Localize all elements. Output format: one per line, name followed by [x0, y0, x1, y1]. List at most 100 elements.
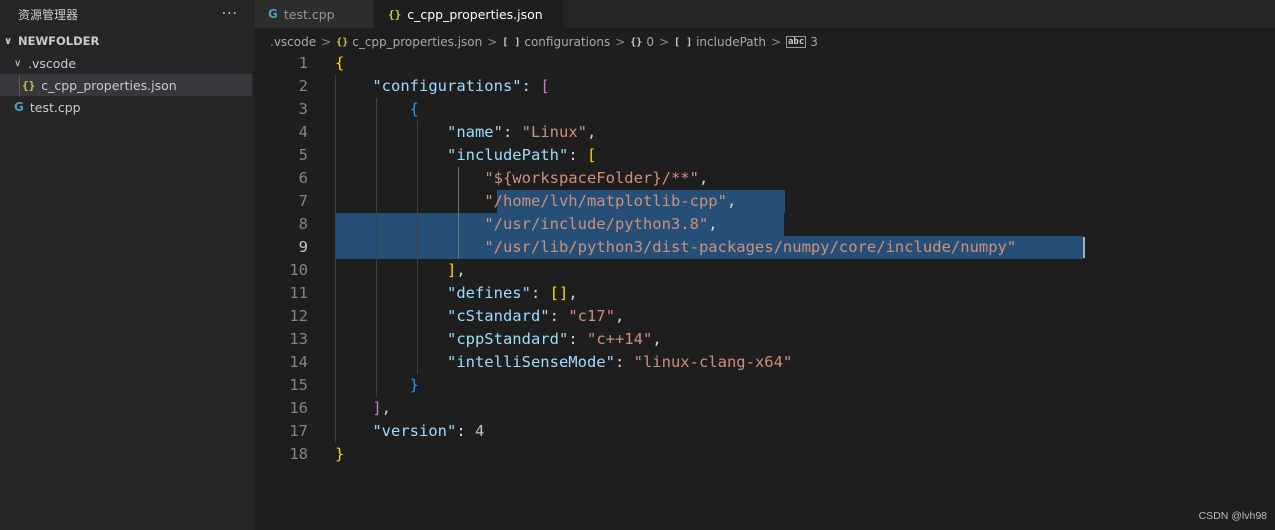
line-number: 1	[298, 54, 308, 72]
file-test-cpp[interactable]: G test.cpp	[0, 96, 252, 118]
explorer-sidebar: 资源管理器 ··· ∨ NEWFOLDER ∨ .vscode {} c_cpp…	[0, 0, 253, 530]
punct: :	[530, 284, 550, 302]
string-icon: abc	[786, 36, 807, 48]
code-line: "intelliSenseMode": "linux-clang-x64"	[335, 351, 792, 374]
punct: ,	[456, 261, 466, 279]
code-line: "configurations": [	[335, 75, 549, 98]
json-file-icon: {}	[388, 7, 402, 21]
code-line: "includePath": [	[335, 144, 596, 167]
code-editor[interactable]: 1 2 3 4 5 6 7 8 9 10 11 12 13 14 15 16 1…	[254, 52, 1275, 530]
folder-newfolder[interactable]: ∨ NEWFOLDER	[0, 30, 252, 52]
punct: ,	[614, 307, 625, 325]
punct: ,	[726, 192, 737, 210]
chevron-down-icon: ∨	[4, 35, 13, 47]
json-key: "version"	[372, 422, 457, 440]
cpp-file-icon: G	[14, 100, 24, 114]
code-line: "name": "Linux",	[335, 121, 596, 144]
line-number-current: 9	[298, 238, 308, 256]
json-string: "/usr/lib/python3/dist-packages/numpy/co…	[484, 238, 1017, 256]
punct: ,	[568, 284, 578, 302]
line-number: 8	[298, 215, 308, 233]
json-string: "linux-clang-x64"	[633, 353, 793, 371]
json-file-icon: {}	[22, 78, 36, 92]
tab-c-cpp-properties[interactable]: {} c_cpp_properties.json	[374, 0, 564, 28]
breadcrumb-index[interactable]: 0	[646, 35, 654, 49]
code-line: "/usr/include/python3.8",	[335, 213, 717, 236]
folder-label: .vscode	[28, 55, 77, 71]
array-icon: [ ]	[674, 36, 693, 48]
code-line: "defines": [],	[335, 282, 578, 305]
punct: :	[549, 307, 569, 325]
code-line: "cppStandard": "c++14",	[335, 328, 662, 351]
code-line: "/home/lvh/matplotlib-cpp",	[335, 190, 736, 213]
explorer-title: 资源管理器	[18, 7, 79, 22]
json-string: "/home/lvh/matplotlib-cpp"	[484, 192, 727, 210]
breadcrumb-string-index[interactable]: 3	[810, 35, 818, 49]
bracket: [	[586, 146, 597, 164]
code-line: ],	[335, 397, 391, 420]
code-line: "cStandard": "c17",	[335, 305, 624, 328]
line-number: 6	[298, 169, 308, 187]
json-file-icon: {}	[336, 36, 349, 48]
json-key: "defines"	[446, 284, 531, 302]
chevron-right-icon: >	[658, 35, 670, 49]
code-line: }	[335, 443, 344, 466]
code-line: {	[335, 98, 419, 121]
line-number: 7	[298, 192, 308, 210]
line-number: 13	[289, 330, 308, 348]
punct: ,	[586, 123, 597, 141]
json-key: "name"	[446, 123, 503, 141]
json-number: 4	[475, 422, 485, 440]
brace: }	[335, 445, 345, 463]
breadcrumb-folder[interactable]: .vscode	[270, 35, 316, 49]
more-actions-icon[interactable]: ···	[222, 6, 238, 22]
file-c-cpp-properties[interactable]: {} c_cpp_properties.json	[0, 74, 252, 96]
punct: :	[568, 330, 587, 348]
punct: ,	[698, 169, 709, 187]
editor-tabbar: G test.cpp {} c_cpp_properties.json	[254, 0, 1275, 28]
tab-label: test.cpp	[283, 6, 335, 22]
breadcrumb-includepath[interactable]: includePath	[696, 35, 766, 49]
text-cursor	[1083, 237, 1085, 258]
tab-label: c_cpp_properties.json	[407, 6, 543, 22]
line-number: 12	[289, 307, 308, 325]
line-number: 4	[298, 123, 308, 141]
file-label: test.cpp	[29, 99, 81, 115]
breadcrumb-file[interactable]: c_cpp_properties.json	[352, 35, 482, 49]
breadcrumb: .vscode > {} c_cpp_properties.json > [ ]…	[270, 32, 818, 52]
folder-vscode[interactable]: ∨ .vscode	[0, 52, 252, 74]
punct: :	[456, 422, 475, 440]
brace: {	[335, 54, 345, 72]
code-line: "version": 4	[335, 420, 484, 443]
line-number: 5	[298, 146, 308, 164]
json-key: "includePath"	[446, 146, 569, 164]
object-icon: {}	[630, 36, 643, 48]
chevron-right-icon: >	[615, 35, 626, 49]
punct: ,	[381, 399, 392, 417]
json-key: "configurations"	[372, 77, 522, 95]
line-number: 3	[298, 100, 308, 118]
line-number: 18	[289, 445, 308, 463]
brace: {	[409, 100, 419, 118]
bracket: ]	[372, 399, 382, 417]
punct: :	[502, 123, 522, 141]
json-string: "c17"	[568, 307, 615, 325]
tree-indent-guide	[19, 75, 20, 97]
chevron-right-icon: >	[487, 35, 498, 49]
chevron-right-icon: >	[321, 35, 332, 49]
punct: ,	[652, 330, 662, 348]
bracket: []	[549, 284, 569, 302]
chevron-down-icon: ∨	[14, 57, 22, 69]
line-number: 17	[289, 422, 308, 440]
punct: :	[614, 353, 634, 371]
code-line: {	[335, 52, 344, 75]
json-key: "cppStandard"	[446, 330, 569, 348]
code-line: "/usr/lib/python3/dist-packages/numpy/co…	[335, 236, 1016, 259]
tab-test-cpp[interactable]: G test.cpp	[254, 0, 374, 28]
json-string: "${workspaceFolder}/**"	[484, 169, 699, 187]
breadcrumb-configurations[interactable]: configurations	[524, 35, 610, 49]
json-string: "c++14"	[586, 330, 653, 348]
json-string: "/usr/include/python3.8"	[484, 215, 709, 233]
json-string: "Linux"	[521, 123, 587, 141]
punct: :	[568, 146, 587, 164]
